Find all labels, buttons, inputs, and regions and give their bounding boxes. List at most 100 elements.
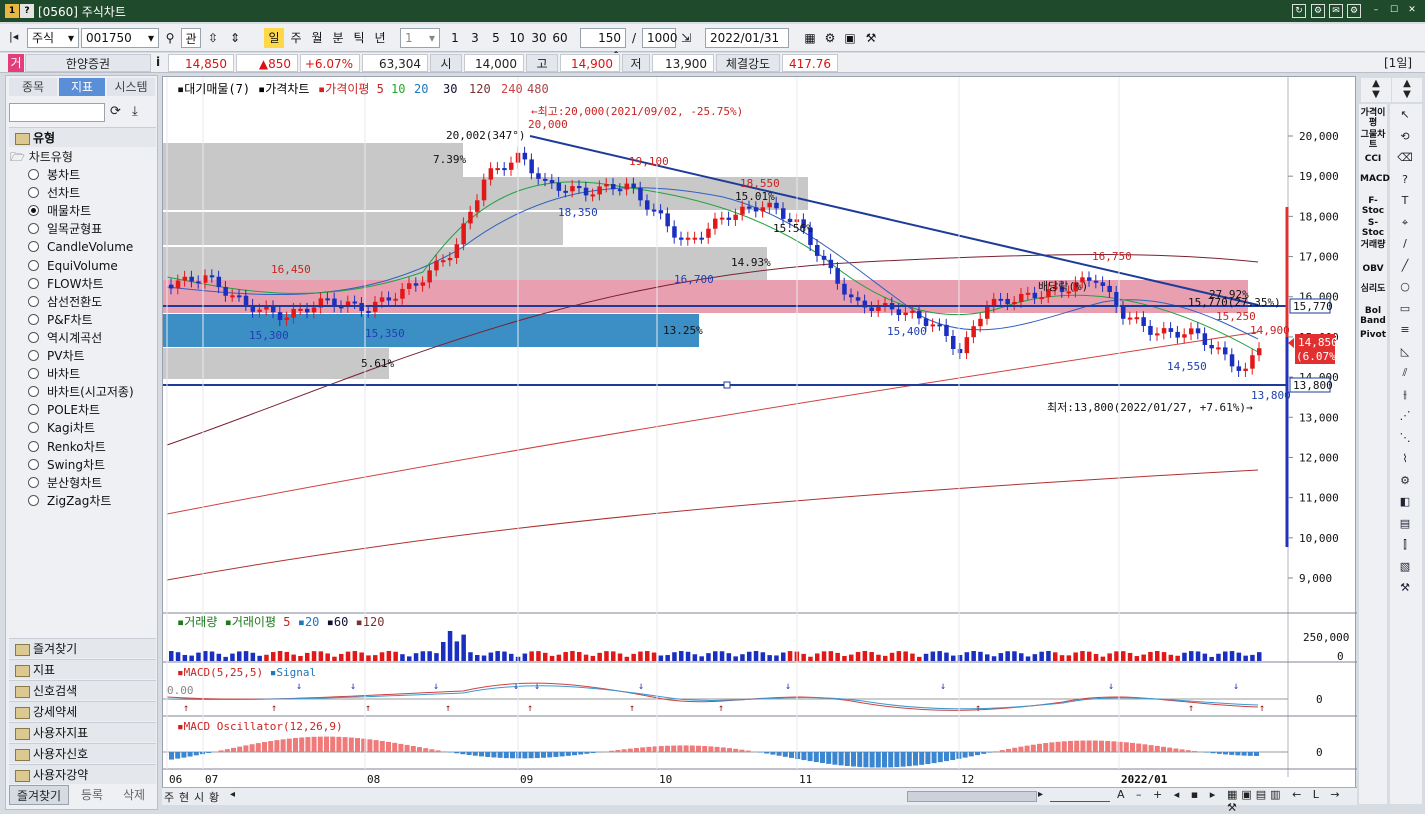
drawing-tool-icon[interactable]: T	[1395, 194, 1415, 210]
info-icon[interactable]: i	[156, 55, 160, 69]
drawing-tool-icon[interactable]: ╱	[1395, 259, 1415, 275]
scroll-right-icon[interactable]: ▸	[1038, 789, 1043, 800]
chart-type-2[interactable]: 매물차트	[28, 202, 91, 220]
period-month[interactable]: 월	[307, 28, 327, 48]
section-1[interactable]: 지표	[9, 659, 156, 679]
help-badge[interactable]: ?	[20, 4, 34, 18]
drawing-tool-icon[interactable]: ○	[1395, 280, 1415, 296]
search-input[interactable]	[9, 103, 105, 122]
radio-icon[interactable]	[28, 495, 39, 506]
indicator-1[interactable]: 그물차트	[1360, 130, 1386, 150]
radio-icon[interactable]	[28, 169, 39, 180]
search-icon[interactable]: ⚲	[161, 28, 179, 48]
radio-icon[interactable]	[28, 368, 39, 379]
drawing-tool-icon[interactable]: ◺	[1395, 345, 1415, 361]
close-icon[interactable]: ✕	[1405, 4, 1419, 18]
drawing-tool-icon[interactable]: ⫲	[1395, 388, 1415, 404]
indicator-5[interactable]: S-Stoc	[1360, 218, 1386, 238]
scroll-up-icon[interactable]: ▲▼	[1361, 78, 1391, 102]
section-3[interactable]: 강세약세	[9, 701, 156, 721]
gear-icon[interactable]: ⚙	[1347, 4, 1361, 18]
radio-icon[interactable]	[28, 332, 39, 343]
tab-stock[interactable]: 종목	[9, 78, 57, 96]
chart-type-10[interactable]: PV차트	[28, 347, 85, 365]
drawing-tool-icon[interactable]: ⌖	[1395, 216, 1415, 232]
nav-controls[interactable]: A – + ◂ ▪ ▸	[1117, 788, 1219, 801]
chart-type-8[interactable]: P&F차트	[28, 311, 93, 329]
chart-type-17[interactable]: 분산형차트	[28, 474, 102, 492]
first-icon[interactable]: |◂	[9, 30, 23, 44]
radio-icon[interactable]	[28, 386, 39, 397]
indicator-6[interactable]: 거래량	[1360, 240, 1386, 250]
chart-type-9[interactable]: 역시계곡선	[28, 329, 102, 347]
radio-icon[interactable]	[28, 278, 39, 289]
tab-system[interactable]: 시스템	[107, 78, 155, 96]
tab-indicator[interactable]: 지표	[59, 78, 105, 96]
radio-icon[interactable]	[28, 422, 39, 433]
section-2[interactable]: 신호검색	[9, 680, 156, 700]
radio-icon[interactable]	[28, 459, 39, 470]
chart-type-18[interactable]: ZigZag차트	[28, 492, 111, 510]
indicator-10[interactable]: Pivot	[1360, 330, 1386, 340]
register-button[interactable]: 등록	[72, 785, 112, 805]
drawing-tool-icon[interactable]: ⌫	[1395, 151, 1415, 167]
radio-icon[interactable]	[28, 314, 39, 325]
indicator-2[interactable]: CCI	[1360, 154, 1386, 164]
scroll-left-icon[interactable]: ◂	[230, 789, 235, 800]
gwan-button[interactable]: 관	[181, 28, 201, 48]
quick-1[interactable]: 1	[446, 28, 464, 48]
chart-type-1[interactable]: 선차트	[28, 184, 80, 202]
period-minute[interactable]: 분	[328, 28, 348, 48]
indicator-9[interactable]: Bol Band	[1360, 306, 1386, 326]
chart-type-5[interactable]: EquiVolume	[28, 257, 118, 275]
radio-icon[interactable]	[28, 350, 39, 361]
line-handle[interactable]	[724, 382, 730, 388]
drawing-tool-icon[interactable]: /	[1395, 237, 1415, 253]
indicator-4[interactable]: F-Stoc	[1360, 196, 1386, 216]
section-6[interactable]: 사용자강약	[9, 764, 156, 784]
drawing-tool-icon[interactable]: ◧	[1395, 495, 1415, 511]
period-tick[interactable]: 틱	[349, 28, 369, 48]
bottom-tab-hwang[interactable]: 황	[209, 789, 219, 805]
chart-type-14[interactable]: Kagi차트	[28, 419, 95, 437]
period-week[interactable]: 주	[286, 28, 306, 48]
radio-icon[interactable]	[28, 241, 39, 252]
code-input[interactable]: 001750▾	[81, 28, 159, 48]
section-type[interactable]: 유형	[9, 127, 156, 147]
scrollbar-thumb[interactable]	[907, 791, 1037, 802]
drawing-tool-icon[interactable]: ?	[1395, 173, 1415, 189]
quick-3[interactable]: 3	[466, 28, 484, 48]
drawing-tool-icon[interactable]: ▤	[1395, 517, 1415, 533]
chart-type-3[interactable]: 일목균형표	[28, 220, 102, 238]
radio-icon[interactable]	[28, 477, 39, 488]
chart-svg[interactable]: ↓↓↓↓↓↓↓↓↓↓↑↑↑↑↑↑↑↑↑↑ 20,00019,00018,0001…	[163, 77, 1357, 805]
drawing-tool-icon[interactable]: ⫽	[1395, 366, 1415, 382]
spin-icon[interactable]: ⇕	[225, 28, 245, 48]
delete-button[interactable]: 삭제	[114, 785, 154, 805]
quick-30[interactable]: 30	[529, 28, 549, 48]
drawing-tool-icon[interactable]: ⚒	[1395, 581, 1415, 597]
drawing-tool-icon[interactable]: ⋰	[1395, 409, 1415, 425]
chart-type-6[interactable]: FLOW차트	[28, 275, 104, 293]
unit-select[interactable]: 1▾	[400, 28, 440, 48]
view-controls[interactable]: ▦▣▤▥ ← L → ⚒	[1227, 788, 1357, 814]
reload-icon[interactable]: ⟳	[110, 104, 128, 119]
settings-icon[interactable]: ⚙	[1311, 4, 1325, 18]
drawing-tool-icon[interactable]: ⫿	[1395, 538, 1415, 554]
radio-icon[interactable]	[28, 187, 39, 198]
indicator-3[interactable]: MACD	[1360, 174, 1386, 184]
section-4[interactable]: 사용자지표	[9, 722, 156, 742]
radio-icon[interactable]	[28, 260, 39, 271]
chart-type-16[interactable]: Swing차트	[28, 456, 105, 474]
drawing-tool-icon[interactable]: ⟲	[1395, 130, 1415, 146]
maximize-icon[interactable]: ☐	[1387, 4, 1401, 18]
indicator-0[interactable]: 가격이평	[1360, 108, 1386, 128]
zoom-icon[interactable]: ⇲	[678, 28, 694, 48]
quick-10[interactable]: 10	[507, 28, 527, 48]
chart-type-13[interactable]: POLE차트	[28, 401, 100, 419]
period-year[interactable]: 년	[370, 28, 390, 48]
radio-icon[interactable]	[28, 223, 39, 234]
favorites-button[interactable]: 즐겨찾기	[9, 785, 69, 805]
config-icon[interactable]: ⚙	[822, 28, 838, 48]
radio-icon[interactable]	[28, 296, 39, 307]
